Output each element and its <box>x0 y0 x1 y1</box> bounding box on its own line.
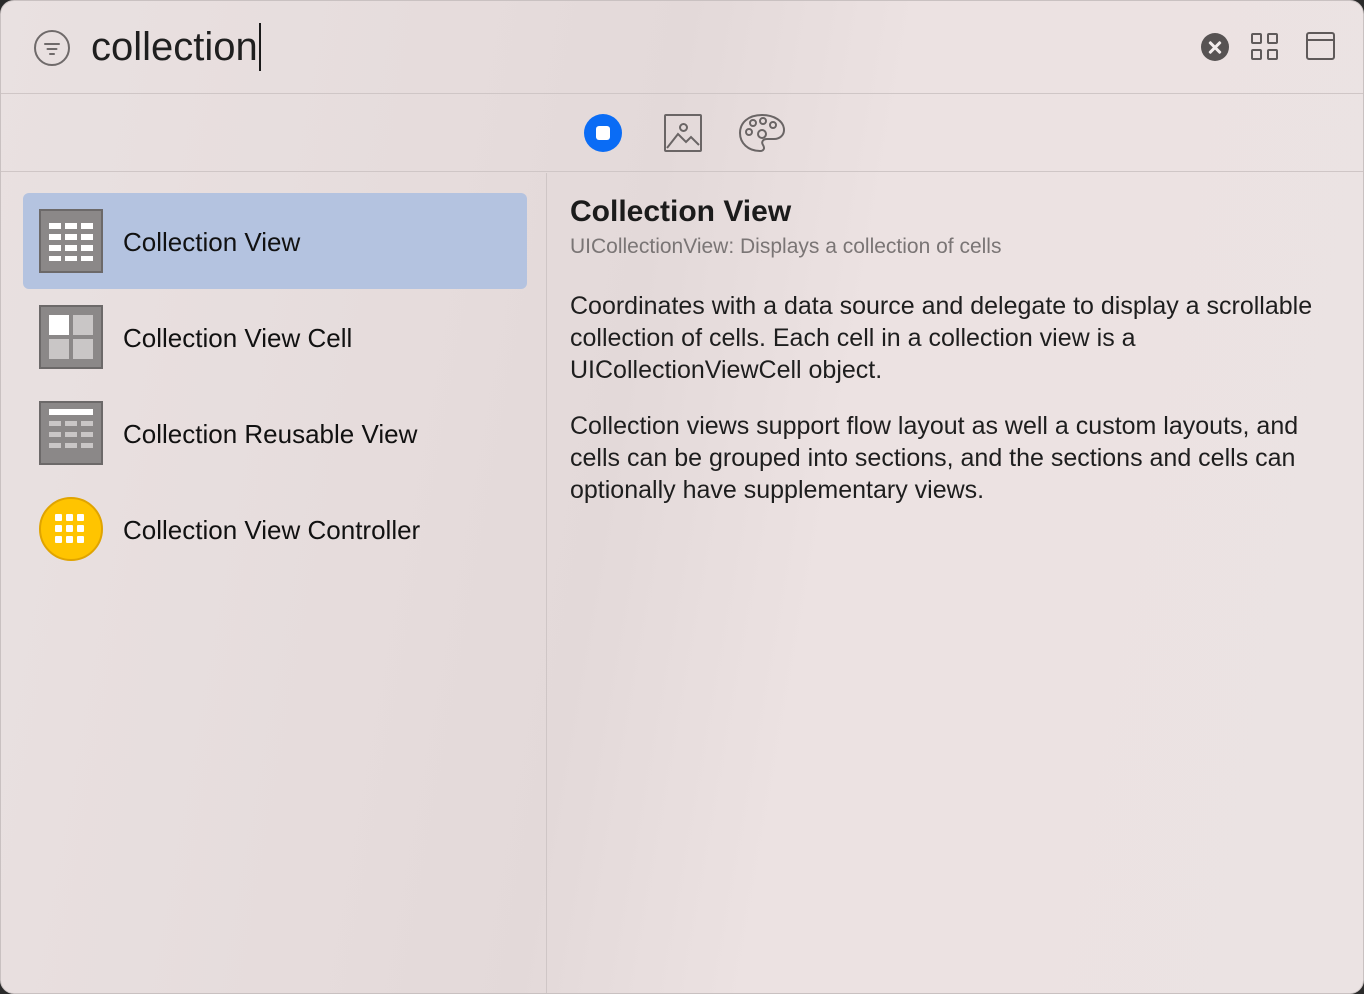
image-icon[interactable] <box>664 114 702 152</box>
collection-reusable-view-icon <box>39 401 103 465</box>
collection-view-cell-icon <box>39 305 103 369</box>
detail-description: Coordinates with a data source and deleg… <box>570 292 1313 384</box>
detail-title: Collection View <box>570 195 792 228</box>
grid-view-icon[interactable] <box>1251 33 1279 61</box>
library-panel: collection Collection View Collection Vi… <box>0 0 1364 994</box>
library-list: Collection View Collection View Cell Col… <box>1 173 547 993</box>
list-item[interactable]: Collection View Cell <box>23 289 527 385</box>
detail-description: Collection views support flow layout as … <box>570 412 1299 504</box>
list-item[interactable]: Collection View <box>23 193 527 289</box>
library-segment-bar <box>1 95 1363 172</box>
list-item-label: Collection View Controller <box>123 515 421 545</box>
square-in-circle-icon[interactable] <box>584 114 622 152</box>
list-item-label: Collection View Cell <box>123 323 353 353</box>
list-item[interactable]: Collection View Controller <box>23 481 527 577</box>
list-item-label: Collection Reusable View <box>123 419 418 449</box>
search-input[interactable]: collection <box>91 23 261 71</box>
text-caret <box>258 23 261 71</box>
collection-view-controller-icon <box>39 497 103 561</box>
collection-view-icon <box>39 209 103 273</box>
detail-pane: Collection View UICollectionView: Displa… <box>549 173 1363 993</box>
palette-icon[interactable] <box>738 113 786 153</box>
detail-subtitle: UICollectionView: Displays a collection … <box>570 235 1002 258</box>
list-item[interactable]: Collection Reusable View <box>23 385 527 481</box>
search-query: collection <box>91 25 258 69</box>
clear-search-icon[interactable] <box>1201 33 1229 61</box>
filter-icon[interactable] <box>34 30 70 66</box>
window-icon[interactable] <box>1306 32 1335 60</box>
list-item-label: Collection View <box>123 227 301 257</box>
search-bar: collection <box>1 1 1363 94</box>
